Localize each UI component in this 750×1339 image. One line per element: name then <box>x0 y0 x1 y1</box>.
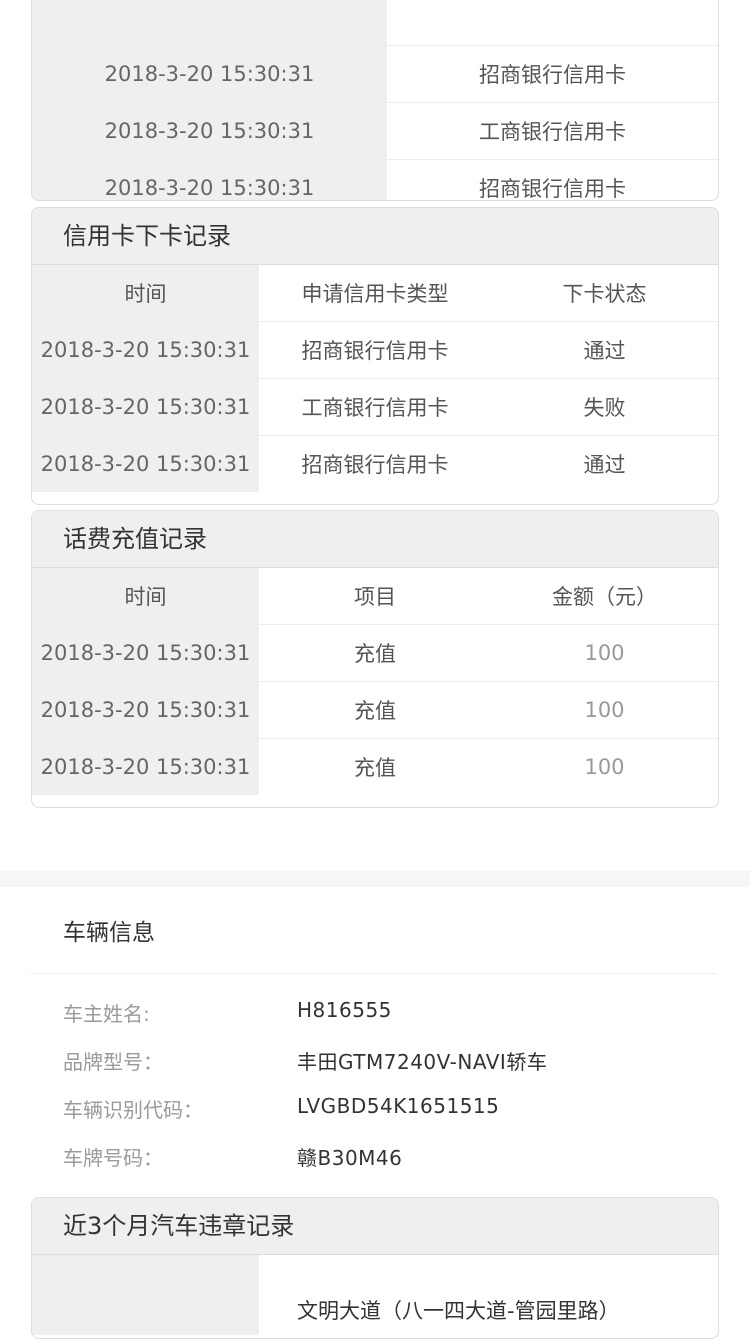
table-row: 2018-3-20 15:30:31 充值 100 <box>32 625 718 682</box>
field-value: 赣B30M46 <box>297 1146 403 1170</box>
table-row: 2018-3-20 15:30:31 招商银行信用卡 <box>32 160 718 201</box>
column-header-status: 下卡状态 <box>562 282 647 306</box>
table-row: 2018-3-20 15:30:31 招商银行信用卡 通过 <box>32 322 718 379</box>
field-label: 车主姓名: <box>63 1002 150 1026</box>
section-divider-band <box>0 871 750 887</box>
bank-cell: 招商银行信用卡 <box>479 177 626 201</box>
bank-cell: 工商银行信用卡 <box>479 120 626 144</box>
column-header-item: 项目 <box>354 585 396 609</box>
vehicle-info-title: 车辆信息 <box>63 920 155 946</box>
status-cell: 失败 <box>583 396 626 420</box>
column-header-time: 时间 <box>32 568 259 624</box>
time-cell: 2018-3-20 15:30:31 <box>32 682 259 738</box>
table-row: 2018-3-20 15:30:31 充值 100 <box>32 682 718 739</box>
time-cell: 2018-3-20 15:30:31 <box>32 739 259 795</box>
time-cell: 2018-3-20 15:30:31 <box>32 379 259 435</box>
table-row: 2018-3-20 15:30:31 工商银行信用卡 <box>32 103 718 160</box>
amount-cell: 100 <box>584 698 625 722</box>
section-title: 话费充值记录 <box>32 511 718 568</box>
table-row <box>32 0 718 46</box>
table-header-row: 时间 申请信用卡类型 下卡状态 <box>32 265 718 322</box>
item-cell: 充值 <box>354 642 396 666</box>
bank-card-table: 2018-3-20 15:30:31 招商银行信用卡 2018-3-20 15:… <box>31 0 719 201</box>
section-title: 信用卡下卡记录 <box>32 208 718 265</box>
amount-cell: 100 <box>584 755 625 779</box>
table-row: 2018-3-20 15:30:31 招商银行信用卡 <box>32 46 718 103</box>
table-row: 2018-3-20 15:30:31 招商银行信用卡 通过 <box>32 436 718 492</box>
field-label: 车辆识别代码： <box>63 1098 203 1122</box>
time-cell: 2018-3-20 15:30:31 <box>32 625 259 681</box>
amount-cell: 100 <box>584 641 625 665</box>
traffic-violation-record-card: 近3个月汽车违章记录 文明大道（八一四大道-管园里路） <box>31 1197 719 1339</box>
location-cell: 文明大道（八一四大道-管园里路） <box>297 1299 620 1323</box>
field-label: 品牌型号： <box>63 1050 163 1074</box>
time-cell: 2018-3-20 15:30:31 <box>32 436 259 492</box>
table-row: 文明大道（八一四大道-管园里路） <box>32 1255 718 1335</box>
credit-card-record-card: 信用卡下卡记录 时间 申请信用卡类型 下卡状态 2018-3-20 15:30:… <box>31 207 719 505</box>
time-cell: 2018-3-20 15:30:31 <box>32 46 387 102</box>
time-cell: 2018-3-20 15:30:31 <box>32 103 387 159</box>
time-cell <box>32 0 387 45</box>
bank-cell <box>387 0 718 45</box>
item-cell: 充值 <box>354 699 396 723</box>
table-row: 2018-3-20 15:30:31 充值 100 <box>32 739 718 795</box>
vehicle-field-plate: 车牌号码： 赣B30M46 <box>0 1142 750 1182</box>
vehicle-field-vin: 车辆识别代码： LVGBD54K1651515 <box>0 1094 750 1134</box>
column-header-amount: 金额（元） <box>552 585 657 609</box>
bank-cell: 招商银行信用卡 <box>479 63 626 87</box>
column-header-type: 申请信用卡类型 <box>301 282 449 306</box>
item-cell: 充值 <box>354 756 396 780</box>
status-cell: 通过 <box>583 339 626 363</box>
card-type-cell: 工商银行信用卡 <box>301 396 449 420</box>
card-type-cell: 招商银行信用卡 <box>301 339 449 363</box>
card-type-cell: 招商银行信用卡 <box>301 453 449 477</box>
table-row: 2018-3-20 15:30:31 工商银行信用卡 失败 <box>32 379 718 436</box>
status-cell: 通过 <box>583 453 626 477</box>
field-value: H816555 <box>297 998 392 1022</box>
phone-recharge-record-card: 话费充值记录 时间 项目 金额（元） 2018-3-20 15:30:31 充值… <box>31 510 719 808</box>
column-header-time: 时间 <box>32 265 259 321</box>
vehicle-field-model: 品牌型号： 丰田GTM7240V-NAVI轿车 <box>0 1046 750 1086</box>
time-cell: 2018-3-20 15:30:31 <box>32 322 259 378</box>
time-cell: 2018-3-20 15:30:31 <box>32 160 387 200</box>
section-title: 近3个月汽车违章记录 <box>32 1198 718 1255</box>
field-value: 丰田GTM7240V-NAVI轿车 <box>297 1050 548 1074</box>
field-value: LVGBD54K1651515 <box>297 1094 500 1118</box>
vehicle-field-owner: 车主姓名: H816555 <box>0 998 750 1038</box>
field-label: 车牌号码： <box>63 1146 163 1170</box>
table-header-row: 时间 项目 金额（元） <box>32 568 718 625</box>
time-cell <box>32 1255 259 1335</box>
divider <box>31 973 717 974</box>
